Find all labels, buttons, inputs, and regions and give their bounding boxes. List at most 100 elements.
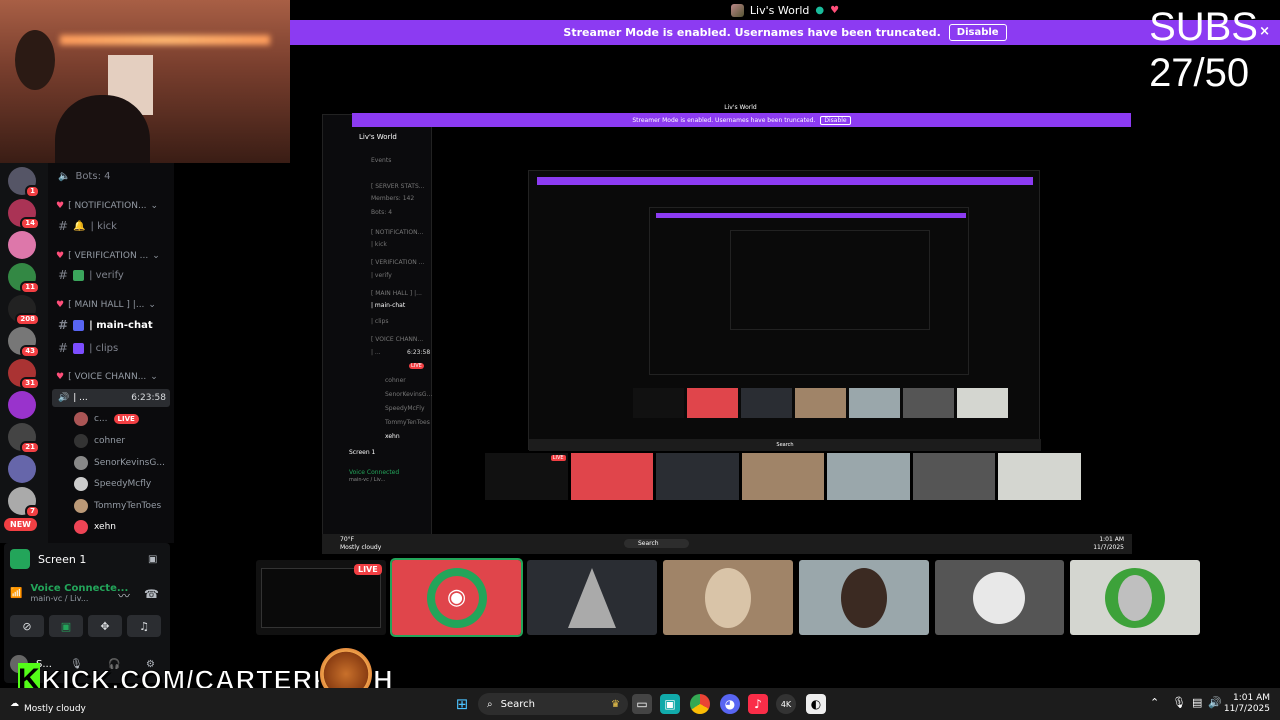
person-avatar-icon (705, 567, 752, 628)
taskbar-search[interactable]: ⌕ Search ♛ (478, 693, 628, 715)
server-icon[interactable]: 1 (8, 167, 40, 198)
channel-clips[interactable]: # | clips (58, 341, 118, 355)
voice-user[interactable]: cohner (74, 434, 125, 448)
mic-icon[interactable]: 🎙 (1172, 696, 1186, 709)
mini-screen-title: Screen 1 (349, 449, 376, 456)
server-icon[interactable]: 11 (8, 263, 40, 294)
tile-hood-avatar[interactable] (527, 560, 658, 635)
app-icon[interactable]: ▣ (660, 694, 680, 714)
hash-icon: # (58, 268, 69, 282)
hash-icon: # (58, 219, 69, 233)
video-tiles: LIVE ◉ (256, 558, 1201, 637)
task-view-icon[interactable]: ▭ (632, 694, 652, 714)
heart-icon: ♥ (56, 251, 65, 261)
music-icon[interactable]: ♪ (748, 694, 768, 714)
voice-user[interactable]: SpeedyMcfly (74, 477, 151, 491)
heart-icon: ♥ (56, 372, 65, 382)
mini-weather: Mostly cloudy (340, 544, 382, 551)
voice-channel-row[interactable]: 🔊 | ... 6:23:58 (52, 389, 170, 407)
voice-user-name: cohner (94, 436, 126, 446)
voice-status: Voice Connecte... (30, 583, 129, 594)
nested-tile (633, 388, 684, 418)
stream-view[interactable]: Liv's World Liv's World Events [ SERVER … (322, 100, 1132, 556)
wall-frame (15, 30, 55, 90)
tile-portrait-avatar[interactable] (798, 560, 929, 635)
volume-icon[interactable]: 🔊 (1208, 696, 1222, 709)
chevron-up-icon[interactable]: ⌃ (1150, 696, 1159, 709)
mini-channel: | verify (371, 272, 392, 279)
taskbar: ☁ Mostly cloudy ⊞ ⌕ Search ♛ ▭ ▣ ◕ ♪ 4K … (0, 688, 1280, 720)
mini-streamer-banner: Streamer Mode is enabled. Usernames have… (352, 113, 1131, 127)
category-main-hall[interactable]: ♥ [ MAIN HALL ] |... ⌄ (56, 300, 156, 310)
server-icon[interactable] (8, 391, 36, 419)
bots-count: 🔈 Bots: 4 (58, 171, 110, 182)
disable-streamer-mode-button[interactable]: Disable (948, 24, 1007, 41)
globe-icon: ● (815, 4, 825, 16)
voice-status-row[interactable]: 📶 Voice Connecte... main-vc / Liv... (10, 583, 128, 603)
avatar (74, 499, 88, 513)
mini-sidebar: Liv's World Events [ SERVER STATS... Mem… (322, 114, 432, 554)
category-label: [ NOTIFICATION... (68, 201, 147, 211)
mini-banner-text: Streamer Mode is enabled. Usernames have… (632, 116, 816, 124)
server-icon[interactable]: 21 (8, 423, 40, 454)
voice-user-name: SpeedyMcfly (94, 479, 152, 489)
voice-user[interactable]: xehn (74, 520, 116, 534)
category-verification[interactable]: ♥ [ VERIFICATION ... ⌄ (56, 251, 160, 261)
window-title-bar: Liv's World ● ♥ (290, 0, 1280, 20)
screen-share-row[interactable]: Screen 1 ▣ (10, 549, 157, 569)
obs-icon[interactable]: ◐ (806, 694, 826, 714)
channel-verify[interactable]: # | verify (58, 268, 124, 282)
close-icon[interactable]: × (1259, 24, 1270, 39)
speaker-icon: 🔈 (58, 171, 71, 182)
category-notification[interactable]: ♥ [ NOTIFICATION... ⌄ (56, 201, 158, 211)
weather-widget[interactable]: ☁ Mostly cloudy (10, 694, 86, 714)
windows-start-icon[interactable]: ⊞ (452, 694, 472, 714)
mini-tile (912, 453, 996, 500)
mini-channel: | main-chat (371, 302, 406, 309)
avatar (74, 520, 88, 534)
tile-screen-share[interactable]: LIVE (256, 560, 386, 635)
sketch-avatar-icon (973, 571, 1026, 624)
mini-server-name: Liv's World (359, 133, 397, 141)
channel-label: | clips (89, 342, 119, 354)
tile-kitchen-avatar[interactable] (663, 560, 793, 635)
server-icon[interactable] (8, 455, 36, 483)
disconnect-icon[interactable]: ☎ (144, 587, 159, 601)
tile-bird-avatar[interactable] (1070, 560, 1201, 635)
server-icon[interactable]: 43 (8, 327, 40, 358)
server-icon[interactable]: 31 (8, 359, 40, 390)
category-voice[interactable]: ♥ [ VOICE CHANN... ⌄ (56, 372, 158, 382)
channel-label: | verify (89, 269, 124, 281)
bots-label: Bots: 4 (75, 171, 111, 182)
voice-user[interactable]: c... LIVE (74, 412, 139, 426)
4k-app-icon[interactable]: 4K (776, 694, 796, 714)
voice-user[interactable]: SenorKevinsG... (74, 456, 165, 470)
mention-badge: 14 (20, 217, 40, 230)
noise-suppression-icon[interactable]: 〰 (118, 587, 130, 604)
tile-discord-avatar[interactable]: ◉ (389, 558, 524, 637)
mini-tile (741, 453, 825, 500)
server-icon[interactable]: 14 (8, 199, 40, 230)
check-icon (73, 269, 85, 281)
nested-search: Search (776, 442, 794, 448)
voice-user[interactable]: TommyTenToes (74, 499, 161, 513)
camera-off-button[interactable]: ⊘ (10, 615, 44, 637)
discord-icon[interactable]: ◕ (720, 694, 740, 714)
mini-date: 11/7/2025 (1093, 544, 1124, 551)
server-icon[interactable] (8, 231, 36, 259)
activities-button[interactable]: ✥ (88, 615, 122, 637)
channel-kick[interactable]: # 🔔 | kick (58, 219, 117, 233)
server-icon[interactable]: 208 (8, 295, 40, 326)
taskbar-clock[interactable]: 1:01 AM 11/7/2025 (1224, 693, 1270, 715)
chrome-icon[interactable] (690, 694, 710, 714)
soundboard-button[interactable]: ♫ (127, 615, 161, 637)
network-icon[interactable]: ▤ (1192, 696, 1202, 709)
channel-main-chat[interactable]: # | main-chat (58, 318, 153, 332)
heart-icon: ♥ (56, 201, 65, 211)
voice-user-name: c... (94, 414, 108, 424)
popout-icon[interactable]: ▣ (148, 554, 157, 565)
screen-share-button[interactable]: ▣ (49, 615, 83, 637)
server-icon[interactable]: 7 (8, 487, 40, 518)
tile-sketch-avatar[interactable] (934, 560, 1065, 635)
mini-tile (656, 453, 739, 500)
